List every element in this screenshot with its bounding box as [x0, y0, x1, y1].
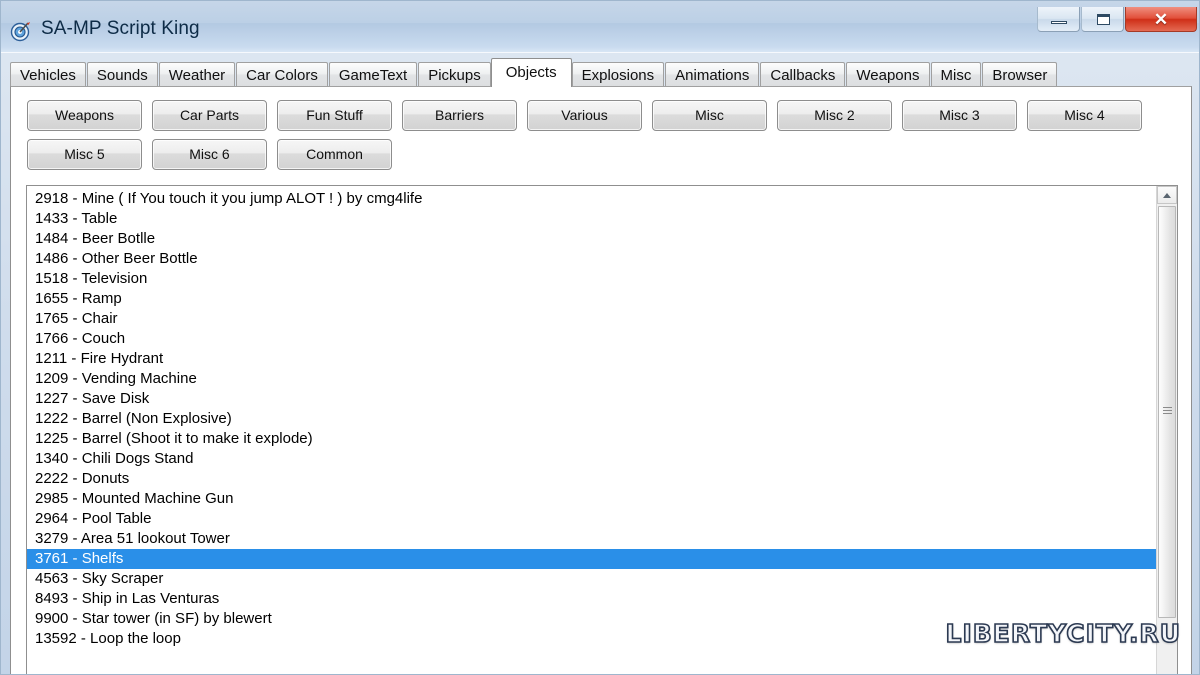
category-button-barriers[interactable]: Barriers: [402, 100, 517, 131]
category-button-misc-2[interactable]: Misc 2: [777, 100, 892, 131]
object-list-item[interactable]: 1222 - Barrel (Non Explosive): [27, 409, 1158, 429]
tab-callbacks[interactable]: Callbacks: [760, 62, 846, 87]
category-button-common[interactable]: Common: [277, 139, 392, 170]
scroll-up-arrow-icon[interactable]: [1157, 186, 1177, 204]
object-list-item[interactable]: 1766 - Couch: [27, 329, 1158, 349]
object-list-item[interactable]: 2222 - Donuts: [27, 469, 1158, 489]
object-list-item[interactable]: 8493 - Ship in Las Venturas: [27, 589, 1158, 609]
category-button-weapons[interactable]: Weapons: [27, 100, 142, 131]
object-list-item[interactable]: 13592 - Loop the loop: [27, 629, 1158, 649]
category-button-misc-6[interactable]: Misc 6: [152, 139, 267, 170]
tab-explosions[interactable]: Explosions: [571, 62, 665, 87]
maximize-button[interactable]: [1081, 7, 1124, 32]
tab-animations[interactable]: Animations: [665, 62, 760, 87]
object-list-item[interactable]: 9900 - Star tower (in SF) by blewert: [27, 609, 1158, 629]
window-controls: ✕: [1037, 7, 1197, 32]
objects-tab-panel: Weapons Car Parts Fun Stuff Barriers Var…: [10, 86, 1192, 674]
tab-browser[interactable]: Browser: [982, 62, 1058, 87]
object-list-item[interactable]: 3279 - Area 51 lookout Tower: [27, 529, 1158, 549]
object-list-item[interactable]: 4563 - Sky Scraper: [27, 569, 1158, 589]
object-list-item[interactable]: 1484 - Beer Botlle: [27, 229, 1158, 249]
category-button-misc-5[interactable]: Misc 5: [27, 139, 142, 170]
category-button-misc-3[interactable]: Misc 3: [902, 100, 1017, 131]
category-button-car-parts[interactable]: Car Parts: [152, 100, 267, 131]
object-list-item[interactable]: 1340 - Chili Dogs Stand: [27, 449, 1158, 469]
category-button-fun-stuff[interactable]: Fun Stuff: [277, 100, 392, 131]
object-list-item[interactable]: 2985 - Mounted Machine Gun: [27, 489, 1158, 509]
object-list-item[interactable]: 1225 - Barrel (Shoot it to make it explo…: [27, 429, 1158, 449]
close-icon: ✕: [1153, 10, 1169, 29]
tab-misc[interactable]: Misc: [930, 62, 982, 87]
object-list-item[interactable]: 3761 - Shelfs: [27, 549, 1158, 569]
window-title: SA-MP Script King: [41, 18, 200, 39]
object-list-item[interactable]: 1765 - Chair: [27, 309, 1158, 329]
category-button-row-2: Misc 5 Misc 6 Common: [27, 139, 1177, 170]
object-list-items: 2918 - Mine ( If You touch it you jump A…: [27, 186, 1158, 674]
object-list-item[interactable]: 1486 - Other Beer Bottle: [27, 249, 1158, 269]
tab-pickups[interactable]: Pickups: [418, 62, 491, 87]
category-button-grid: Weapons Car Parts Fun Stuff Barriers Var…: [27, 100, 1177, 178]
close-button[interactable]: ✕: [1125, 7, 1197, 32]
tab-objects[interactable]: Objects: [490, 58, 572, 87]
tab-gametext[interactable]: GameText: [328, 62, 418, 87]
category-button-row-1: Weapons Car Parts Fun Stuff Barriers Var…: [27, 100, 1177, 131]
object-list-item[interactable]: 1227 - Save Disk: [27, 389, 1158, 409]
object-list-item[interactable]: 1518 - Television: [27, 269, 1158, 289]
category-button-misc-4[interactable]: Misc 4: [1027, 100, 1142, 131]
minimize-icon: [1051, 21, 1067, 24]
vertical-scrollbar[interactable]: [1156, 186, 1177, 674]
object-list-item[interactable]: 2964 - Pool Table: [27, 509, 1158, 529]
tab-strip: Vehicles Sounds Weather Car Colors GameT…: [10, 58, 1192, 87]
tab-sounds[interactable]: Sounds: [86, 62, 158, 87]
application-window: SA-MP Script King ✕ Vehicles Sounds Weat…: [0, 0, 1200, 675]
object-list-item[interactable]: 1209 - Vending Machine: [27, 369, 1158, 389]
object-list-item[interactable]: 1655 - Ramp: [27, 289, 1158, 309]
category-button-various[interactable]: Various: [527, 100, 642, 131]
maximize-icon: [1097, 14, 1110, 25]
tab-car-colors[interactable]: Car Colors: [236, 62, 328, 87]
target-dart-icon: [10, 20, 32, 42]
object-list-item[interactable]: 1211 - Fire Hydrant: [27, 349, 1158, 369]
scrollbar-grip-icon: [1163, 407, 1172, 417]
object-list-item[interactable]: 1433 - Table: [27, 209, 1158, 229]
tab-weather[interactable]: Weather: [158, 62, 236, 87]
tab-weapons[interactable]: Weapons: [846, 62, 930, 87]
tab-vehicles[interactable]: Vehicles: [10, 62, 86, 87]
title-bar: SA-MP Script King ✕: [1, 1, 1199, 53]
scrollbar-thumb[interactable]: [1158, 206, 1176, 618]
minimize-button[interactable]: [1037, 7, 1080, 32]
object-list-box[interactable]: 2918 - Mine ( If You touch it you jump A…: [26, 185, 1178, 674]
object-list-item[interactable]: 2918 - Mine ( If You touch it you jump A…: [27, 189, 1158, 209]
category-button-misc[interactable]: Misc: [652, 100, 767, 131]
